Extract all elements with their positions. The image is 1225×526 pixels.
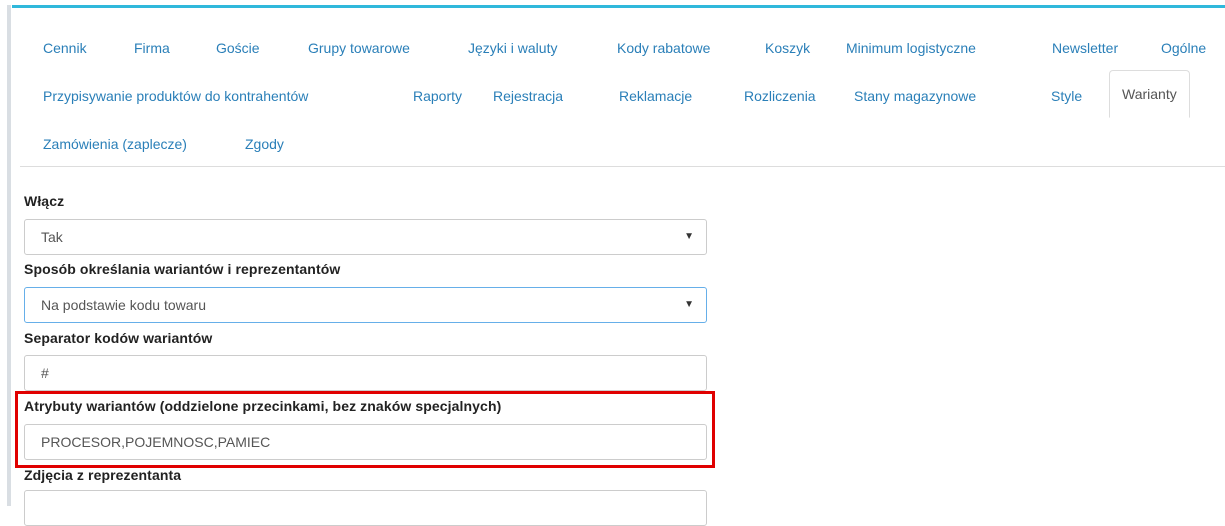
tab-warianty[interactable]: Warianty (1109, 70, 1190, 118)
tab-style[interactable]: Style (1038, 72, 1095, 118)
enable-select[interactable]: Tak ▼ (24, 219, 707, 255)
separator-label: Separator kodów wariantów (24, 330, 213, 346)
tab-jezyki-i-waluty[interactable]: Języki i waluty (455, 24, 570, 70)
highlight-frame (15, 391, 715, 468)
tab-przypisywanie-produktow[interactable]: Przypisywanie produktów do kontrahentów (30, 72, 321, 118)
tab-goscie[interactable]: Goście (203, 24, 273, 70)
tab-reklamacje[interactable]: Reklamacje (606, 72, 705, 118)
settings-tabs: Cennik Firma Goście Grupy towarowe Język… (20, 24, 1225, 167)
tab-zamowienia-zaplecze[interactable]: Zamówienia (zaplecze) (30, 120, 200, 166)
tab-rozliczenia[interactable]: Rozliczenia (731, 72, 829, 118)
method-label: Sposób określania wariantów i reprezenta… (24, 261, 341, 277)
method-select-value: Na podstawie kodu towaru (41, 297, 206, 313)
tab-newsletter[interactable]: Newsletter (1039, 24, 1131, 70)
tab-minimum-logistyczne[interactable]: Minimum logistyczne (833, 24, 989, 70)
tab-raporty[interactable]: Raporty (400, 72, 475, 118)
caret-down-icon: ▼ (684, 299, 694, 310)
tab-kody-rabatowe[interactable]: Kody rabatowe (604, 24, 723, 70)
tab-ogolne[interactable]: Ogólne (1148, 24, 1219, 70)
method-select[interactable]: Na podstawie kodu towaru ▼ (24, 287, 707, 323)
tab-zgody[interactable]: Zgody (232, 120, 297, 166)
tab-rejestracja[interactable]: Rejestracja (480, 72, 576, 118)
tab-firma[interactable]: Firma (121, 24, 183, 70)
top-accent-bar (12, 5, 1225, 8)
tab-cennik[interactable]: Cennik (30, 24, 100, 70)
photos-select[interactable] (24, 490, 707, 526)
caret-down-icon: ▼ (684, 231, 694, 242)
enable-label: Włącz (24, 193, 65, 209)
tab-stany-magazynowe[interactable]: Stany magazynowe (841, 72, 989, 118)
photos-label: Zdjęcia z reprezentanta (24, 467, 182, 483)
tab-grupy-towarowe[interactable]: Grupy towarowe (295, 24, 423, 70)
tab-koszyk[interactable]: Koszyk (752, 24, 823, 70)
enable-select-value: Tak (41, 229, 63, 245)
separator-input[interactable]: # (24, 355, 707, 391)
left-border (7, 5, 11, 506)
